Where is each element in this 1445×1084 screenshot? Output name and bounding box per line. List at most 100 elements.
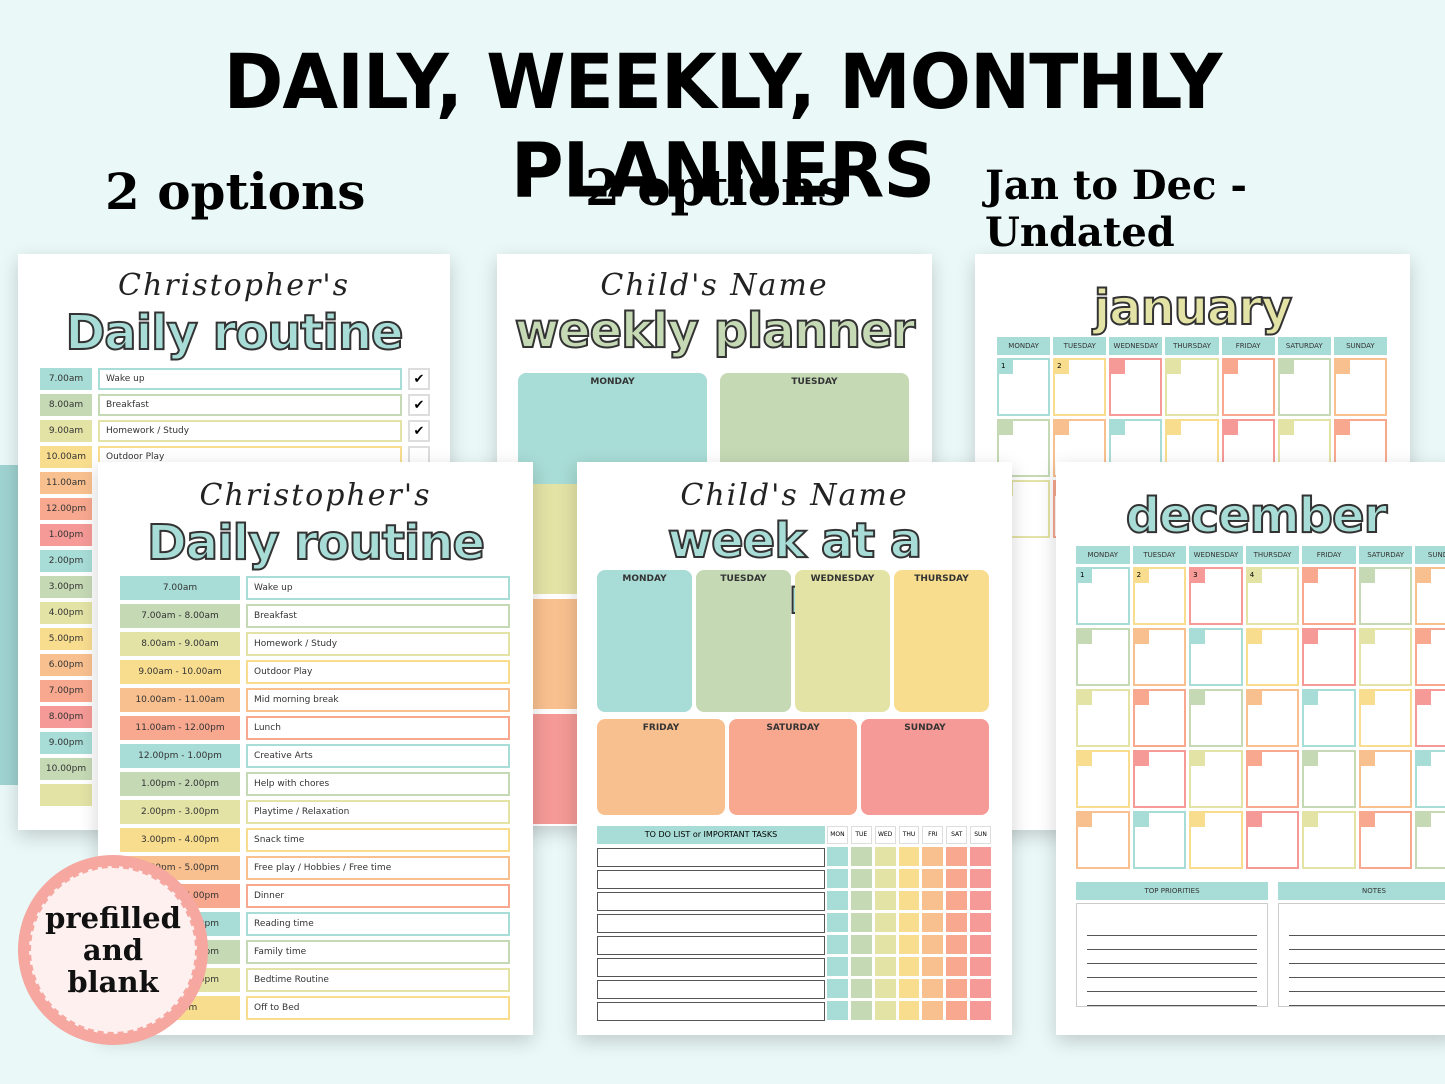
calendar-cell[interactable]: 1 (1076, 567, 1130, 625)
tracker-cell[interactable] (898, 957, 920, 976)
tracker-cell[interactable] (827, 847, 848, 866)
calendar-cell[interactable] (1277, 358, 1331, 416)
tracker-cell[interactable] (946, 1001, 968, 1020)
checkbox[interactable]: ✔ (408, 394, 430, 416)
todo-line[interactable] (597, 936, 825, 955)
tracker-cell[interactable] (874, 979, 896, 998)
tracker-cell[interactable] (922, 935, 944, 954)
tracker-cell[interactable] (898, 979, 920, 998)
calendar-cell[interactable] (1245, 628, 1300, 686)
calendar-cell[interactable] (1132, 689, 1187, 747)
tracker-cell[interactable] (970, 1001, 991, 1020)
calendar-cell[interactable] (1076, 750, 1130, 808)
tracker-cell[interactable] (850, 913, 872, 932)
todo-line[interactable] (597, 914, 825, 933)
calendar-cell[interactable] (1358, 811, 1413, 869)
checkbox[interactable]: ✔ (408, 420, 430, 442)
calendar-cell[interactable] (1132, 628, 1187, 686)
calendar-cell[interactable] (1302, 567, 1356, 625)
todo-line[interactable] (597, 870, 825, 889)
calendar-cell[interactable] (1415, 567, 1445, 625)
tracker-cell[interactable] (970, 957, 991, 976)
calendar-cell[interactable] (1358, 750, 1413, 808)
tracker-cell[interactable] (946, 847, 968, 866)
tracker-cell[interactable] (970, 979, 991, 998)
tracker-cell[interactable] (898, 935, 920, 954)
calendar-cell[interactable] (1415, 750, 1445, 808)
tracker-cell[interactable] (922, 869, 944, 888)
tracker-cell[interactable] (922, 979, 944, 998)
tracker-cell[interactable] (827, 1001, 848, 1020)
calendar-cell[interactable] (1189, 628, 1243, 686)
calendar-cell[interactable] (1189, 750, 1243, 808)
calendar-cell[interactable] (1132, 750, 1187, 808)
tracker-cell[interactable] (970, 891, 991, 910)
calendar-cell[interactable] (1245, 750, 1300, 808)
calendar-cell[interactable] (1358, 689, 1413, 747)
tracker-cell[interactable] (946, 935, 968, 954)
tracker-cell[interactable] (850, 847, 872, 866)
calendar-cell[interactable] (1076, 628, 1130, 686)
tracker-cell[interactable] (850, 891, 872, 910)
calendar-cell[interactable] (1302, 628, 1356, 686)
calendar-cell[interactable]: 3 (1189, 567, 1243, 625)
calendar-cell[interactable] (1165, 358, 1219, 416)
tracker-cell[interactable] (850, 935, 872, 954)
calendar-cell[interactable] (1333, 358, 1387, 416)
calendar-cell[interactable] (1358, 628, 1413, 686)
todo-line[interactable] (597, 980, 825, 999)
tracker-cell[interactable] (874, 847, 896, 866)
tracker-cell[interactable] (874, 891, 896, 910)
tracker-cell[interactable] (827, 979, 848, 998)
calendar-cell[interactable] (1415, 689, 1445, 747)
calendar-cell[interactable] (1189, 689, 1243, 747)
calendar-cell[interactable]: 4 (1245, 567, 1300, 625)
tracker-cell[interactable] (874, 913, 896, 932)
calendar-cell[interactable] (1302, 689, 1356, 747)
calendar-cell[interactable] (1302, 811, 1356, 869)
calendar-cell[interactable] (1076, 811, 1130, 869)
tracker-cell[interactable] (946, 913, 968, 932)
calendar-cell[interactable]: 1 (997, 358, 1051, 416)
tracker-cell[interactable] (922, 1001, 944, 1020)
calendar-cell[interactable] (1109, 358, 1163, 416)
tracker-cell[interactable] (946, 869, 968, 888)
tracker-cell[interactable] (874, 957, 896, 976)
calendar-cell[interactable] (1132, 811, 1187, 869)
tracker-cell[interactable] (850, 979, 872, 998)
tracker-cell[interactable] (970, 847, 991, 866)
tracker-cell[interactable] (898, 913, 920, 932)
tracker-cell[interactable] (946, 957, 968, 976)
todo-line[interactable] (597, 848, 825, 867)
calendar-cell[interactable]: 2 (1132, 567, 1187, 625)
tracker-cell[interactable] (922, 847, 944, 866)
tracker-cell[interactable] (827, 913, 848, 932)
tracker-cell[interactable] (922, 891, 944, 910)
tracker-cell[interactable] (970, 869, 991, 888)
calendar-cell[interactable] (1245, 811, 1300, 869)
tracker-cell[interactable] (898, 869, 920, 888)
tracker-cell[interactable] (827, 891, 848, 910)
calendar-cell[interactable] (1302, 750, 1356, 808)
tracker-cell[interactable] (827, 869, 848, 888)
calendar-cell[interactable] (1221, 358, 1275, 416)
calendar-cell[interactable] (1245, 689, 1300, 747)
tracker-cell[interactable] (922, 957, 944, 976)
tracker-cell[interactable] (874, 869, 896, 888)
calendar-cell[interactable] (1415, 628, 1445, 686)
tracker-cell[interactable] (850, 957, 872, 976)
todo-line[interactable] (597, 1002, 825, 1021)
calendar-cell[interactable] (1189, 811, 1243, 869)
todo-line[interactable] (597, 892, 825, 911)
calendar-cell[interactable] (1415, 811, 1445, 869)
tracker-cell[interactable] (970, 913, 991, 932)
tracker-cell[interactable] (898, 1001, 920, 1020)
tracker-cell[interactable] (898, 891, 920, 910)
tracker-cell[interactable] (946, 891, 968, 910)
tracker-cell[interactable] (850, 1001, 872, 1020)
checkbox[interactable]: ✔ (408, 368, 430, 390)
tracker-cell[interactable] (827, 957, 848, 976)
tracker-cell[interactable] (850, 869, 872, 888)
calendar-cell[interactable] (1076, 689, 1130, 747)
tracker-cell[interactable] (922, 913, 944, 932)
